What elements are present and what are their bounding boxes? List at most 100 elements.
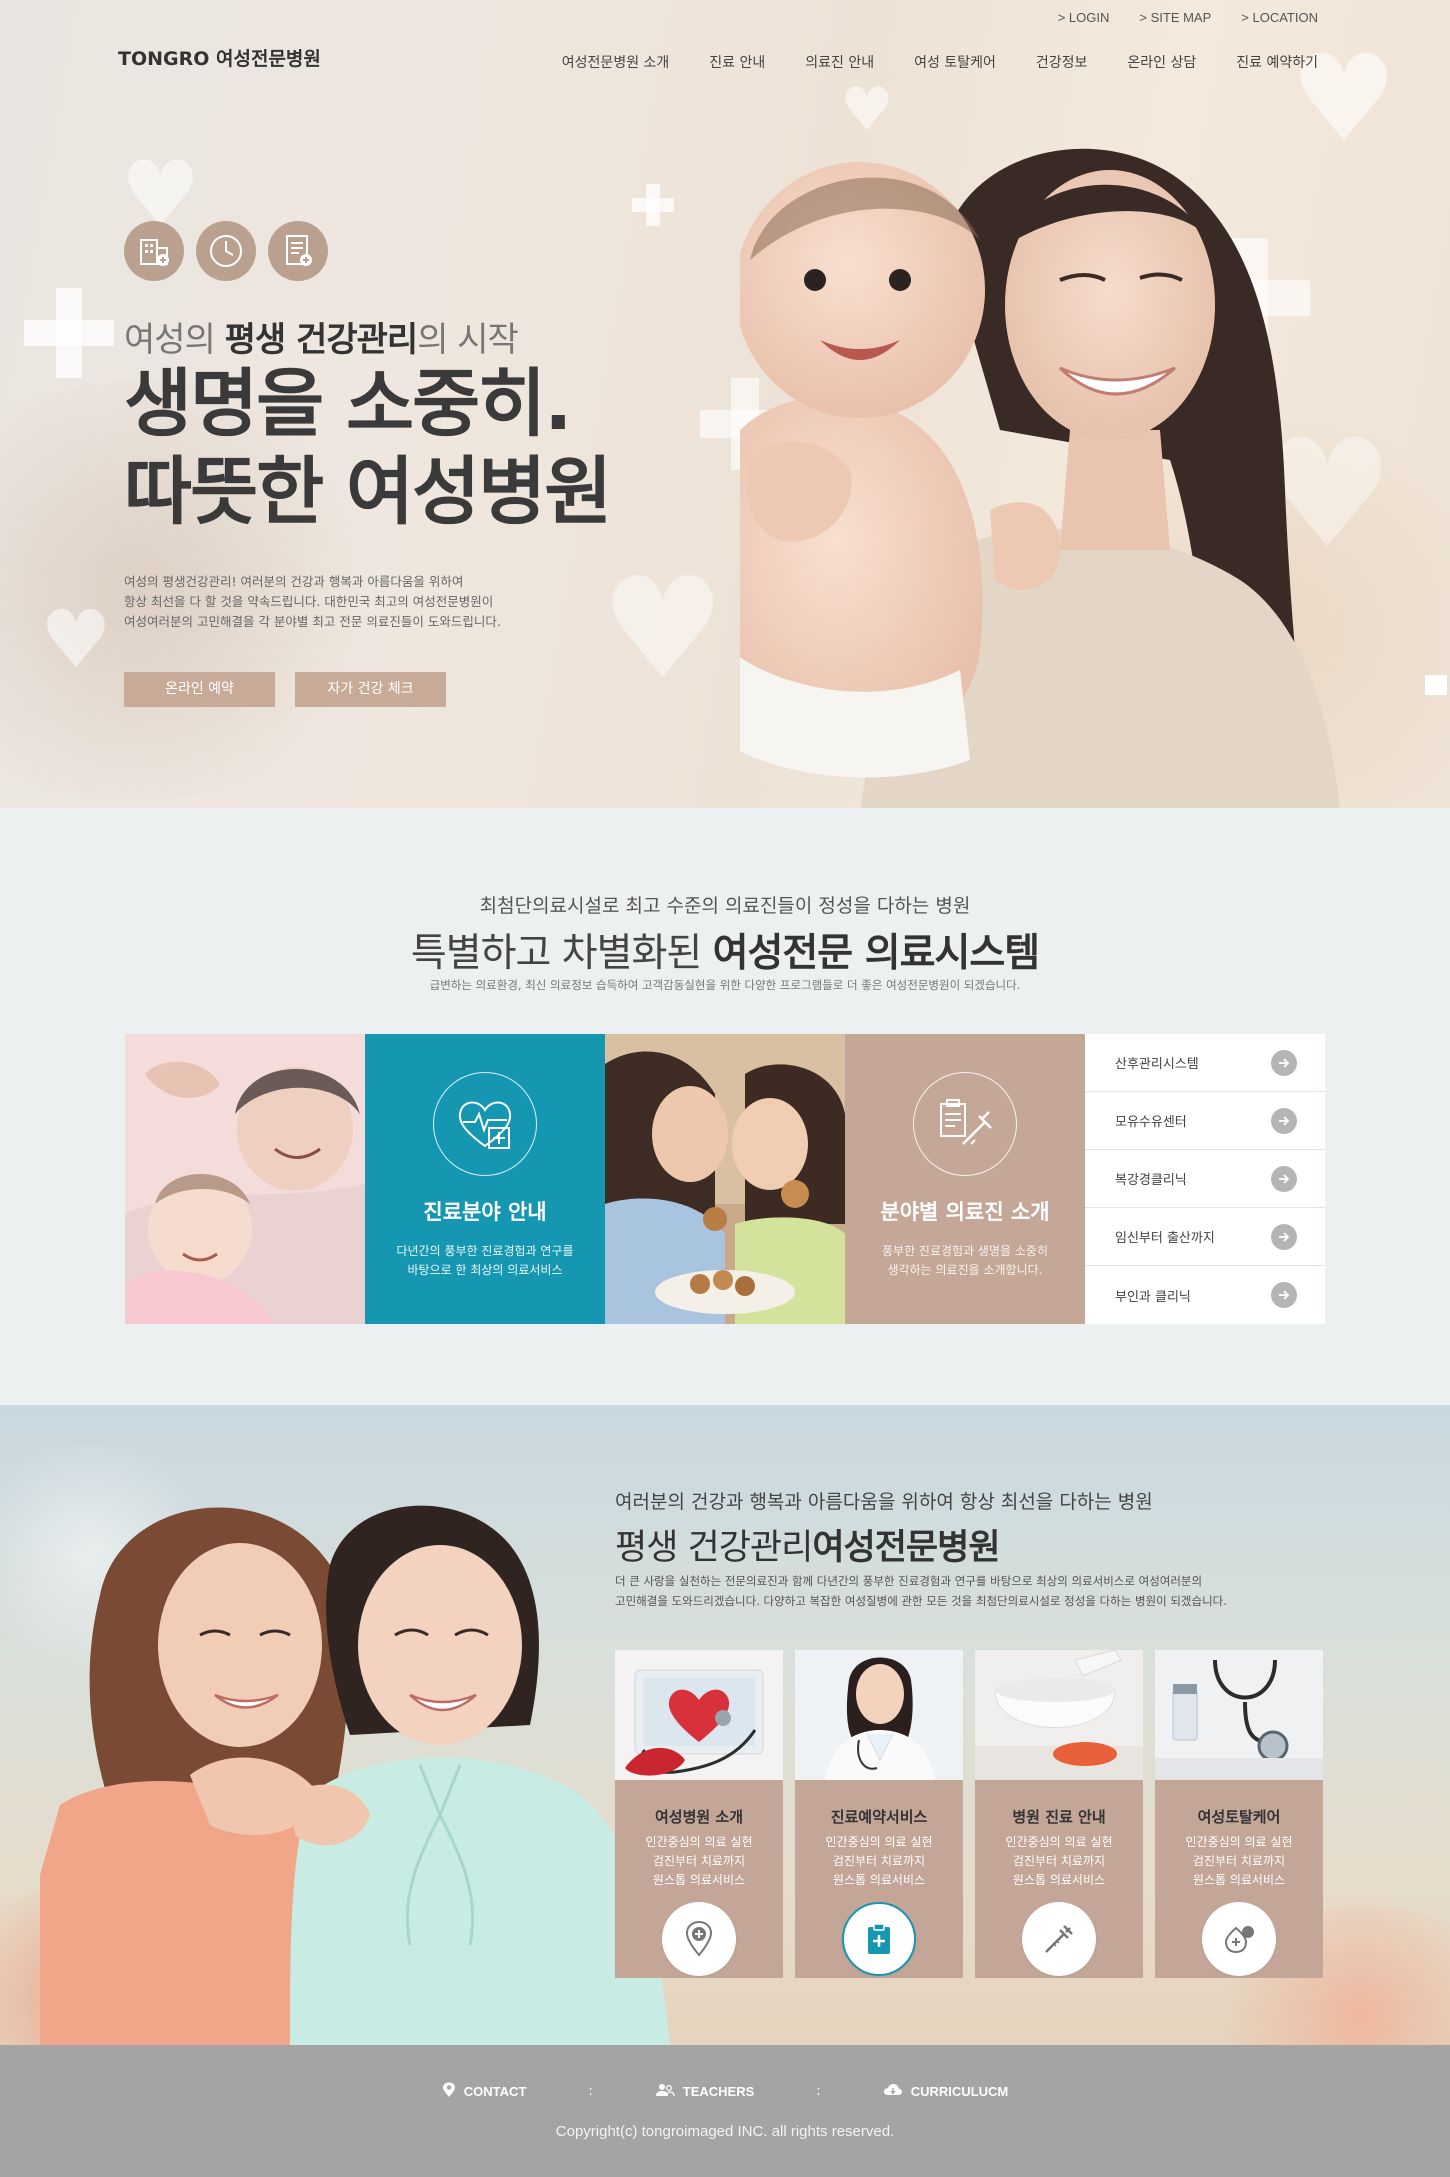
service-text-line: 검진부터 치료까지 bbox=[652, 1854, 746, 1868]
clinic-menu-label: 복강경클리닉 bbox=[1115, 1173, 1187, 1188]
location-link[interactable]: > LOCATION bbox=[1241, 10, 1318, 25]
treatment-field-text: 다년간의 풍부한 진료경험과 연구를 바탕으로 한 최상의 의료서비스 bbox=[385, 1242, 585, 1280]
clipboard-syringe-icon bbox=[913, 1072, 1017, 1176]
lifetime-desc-line: 더 큰 사랑을 실천하는 전문의료진과 함께 다년간의 풍부한 진료경험과 연구… bbox=[615, 1574, 1203, 1588]
footer-curriculum-link[interactable]: CURRICULUCM bbox=[883, 2083, 1008, 2100]
footer-separator: : bbox=[816, 2084, 821, 2099]
service-text-line: 원스톱 의료서비스 bbox=[1012, 1873, 1106, 1887]
arrow-right-icon bbox=[1271, 1223, 1297, 1250]
hero-subtitle-pre: 여성의 bbox=[124, 320, 225, 360]
nav-item-doctors[interactable]: 의료진 안내 bbox=[805, 52, 874, 72]
doctors-intro-text-line: 생각하는 의료진을 소개합니다. bbox=[887, 1263, 1043, 1277]
lifetime-title: 평생 건강관리여성전문병원 bbox=[615, 1519, 1001, 1570]
stethoscope-vial-photo bbox=[1155, 1650, 1323, 1780]
document-icon bbox=[268, 221, 328, 281]
service-text: 인간중심의 의료 실현 검진부터 치료까지 원스톱 의료서비스 bbox=[1155, 1833, 1323, 1890]
footer-teachers-link[interactable]: TEACHERS bbox=[655, 2083, 754, 2100]
service-card-treatment-guide[interactable]: 병원 진료 안내 인간중심의 의료 실현 검진부터 치료까지 원스톱 의료서비스 bbox=[975, 1650, 1143, 1978]
clinic-menu-item-breastfeeding[interactable]: 모유수유센터 bbox=[1085, 1092, 1325, 1150]
nav-item-reservation[interactable]: 진료 예약하기 bbox=[1236, 52, 1318, 72]
mortar-pestle-photo bbox=[975, 1650, 1143, 1780]
lifetime-subtitle: 여러분의 건강과 행복과 아름다움을 위하여 항상 최선을 다하는 병원 bbox=[615, 1491, 1153, 1513]
service-text-line: 검진부터 치료까지 bbox=[1192, 1854, 1286, 1868]
nav-item-online-consult[interactable]: 온라인 상담 bbox=[1127, 52, 1196, 72]
clinic-menu-item-gynecology[interactable]: 부인과 클리닉 bbox=[1085, 1266, 1325, 1324]
sitemap-link-label: SITE MAP bbox=[1150, 10, 1212, 25]
mother-baby-photo bbox=[740, 148, 1340, 808]
service-text-line: 검진부터 치료까지 bbox=[1012, 1854, 1106, 1868]
service-title: 여성병원 소개 bbox=[654, 1808, 744, 1826]
service-text-line: 인간중심의 의료 실현 bbox=[645, 1835, 753, 1849]
clinic-menu-item-laparoscopy[interactable]: 복강경클리닉 bbox=[1085, 1150, 1325, 1208]
nav-item-health-info[interactable]: 건강정보 bbox=[1036, 52, 1088, 72]
arrow-right-icon bbox=[1271, 1165, 1297, 1192]
system-cards: 진료분야 안내 다년간의 풍부한 진료경험과 연구를 바탕으로 한 최상의 의료… bbox=[125, 1034, 1325, 1324]
sitemap-link[interactable]: > SITE MAP bbox=[1139, 10, 1211, 25]
heart-decoration-icon: ♥ bbox=[40, 593, 112, 686]
system-title: 특별하고 차별화된 여성전문 의료시스템 bbox=[0, 922, 1450, 978]
service-text-line: 원스톱 의료서비스 bbox=[832, 1873, 926, 1887]
treatment-field-card[interactable]: 진료분야 안내 다년간의 풍부한 진료경험과 연구를 바탕으로 한 최상의 의료… bbox=[365, 1034, 605, 1324]
clinic-menu-item-pregnancy[interactable]: 임신부터 출산까지 bbox=[1085, 1208, 1325, 1266]
hero-desc-line: 여성여러분의 고민해결을 각 분야별 최고 전문 의료진들이 도와드립니다. bbox=[124, 614, 501, 629]
location-pin-icon bbox=[442, 2082, 456, 2101]
service-card-hospital-intro[interactable]: 여성병원 소개 인간중심의 의료 실현 검진부터 치료까지 원스톱 의료서비스 bbox=[615, 1650, 783, 1978]
login-link-label: LOGIN bbox=[1068, 10, 1110, 25]
clinic-menu-label: 부인과 클리닉 bbox=[1115, 1289, 1191, 1305]
nav-item-hospital-intro[interactable]: 여성전문병원 소개 bbox=[562, 52, 670, 72]
nav-item-treatment-guide[interactable]: 진료 안내 bbox=[709, 52, 765, 72]
doctors-intro-card[interactable]: 분야별 의료진 소개 풍부한 진료경험과 생명을 소중히 생각하는 의료진을 소… bbox=[845, 1034, 1085, 1324]
hero-subtitle-post: 의 시작 bbox=[417, 320, 519, 360]
lifetime-title-bold: 여성전문병원 bbox=[812, 1528, 1000, 1568]
service-text-line: 검진부터 치료까지 bbox=[832, 1854, 926, 1868]
online-reservation-button[interactable]: 온라인 예약 bbox=[124, 672, 275, 707]
treatment-field-text-line: 다년간의 풍부한 진료경험과 연구를 bbox=[396, 1244, 574, 1258]
service-text-line: 인간중심의 의료 실현 bbox=[1185, 1835, 1293, 1849]
service-card-total-care[interactable]: 여성토탈케어 인간중심의 의료 실현 검진부터 치료까지 원스톱 의료서비스 bbox=[1155, 1650, 1323, 1978]
main-nav: 여성전문병원 소개 진료 안내 의료진 안내 여성 토탈케어 건강정보 온라인 … bbox=[562, 52, 1318, 72]
footer-separator: : bbox=[588, 2084, 593, 2099]
system-description: 급변하는 의료환경, 최신 의료정보 습득하여 고객감동실현을 위한 다양한 프… bbox=[429, 978, 1021, 992]
lifetime-care-section: 여러분의 건강과 행복과 아름다움을 위하여 항상 최선을 다하는 병원 평생 … bbox=[0, 1405, 1450, 2045]
nav-item-total-care[interactable]: 여성 토탈케어 bbox=[914, 52, 996, 72]
hero-section: ♥ ♥ ♥ ♥ ♥ ♥ ♥ bbox=[0, 0, 1450, 808]
hospital-building-icon bbox=[124, 221, 184, 281]
female-doctor-photo bbox=[795, 1650, 963, 1780]
self-health-check-button[interactable]: 자가 건강 체크 bbox=[295, 672, 446, 707]
heart-rate-clipboard-icon bbox=[433, 1072, 537, 1176]
login-link[interactable]: > LOGIN bbox=[1058, 10, 1110, 25]
grandmother-baby-photo bbox=[125, 1034, 365, 1324]
arrow-right-icon bbox=[1271, 1107, 1297, 1134]
service-text-line: 원스톱 의료서비스 bbox=[652, 1873, 746, 1887]
footer-contact-label: CONTACT bbox=[463, 2084, 527, 2099]
location-pin-plus-icon bbox=[662, 1902, 736, 1976]
syringe-icon bbox=[1022, 1902, 1096, 1976]
doctors-intro-text: 풍부한 진료경험과 생명을 소중히 생각하는 의료진을 소개합니다. bbox=[865, 1242, 1065, 1280]
arrow-right-icon bbox=[1271, 1049, 1297, 1076]
system-subtitle: 최첨단의료시설로 최고 수준의 의료진들이 정성을 다하는 병원 bbox=[479, 895, 971, 917]
copyright-text: Copyright(c) tongroimaged INC. all right… bbox=[555, 2123, 895, 2140]
service-title: 여성토탈케어 bbox=[1197, 1808, 1281, 1826]
footer-contact-link[interactable]: CONTACT bbox=[442, 2082, 527, 2101]
hero-description: 여성의 평생건강관리! 여러분의 건강과 행복과 아름다움을 위하여 항상 최선… bbox=[124, 572, 584, 632]
service-text: 인간중심의 의료 실현 검진부터 치료까지 원스톱 의료서비스 bbox=[615, 1833, 783, 1890]
clock-icon bbox=[196, 221, 256, 281]
service-text-line: 인간중심의 의료 실현 bbox=[1005, 1835, 1113, 1849]
clipboard-plus-icon bbox=[842, 1902, 916, 1976]
treatment-field-title: 진료분야 안내 bbox=[423, 1200, 547, 1224]
doctors-intro-text-line: 풍부한 진료경험과 생명을 소중히 bbox=[881, 1244, 1048, 1258]
site-logo[interactable]: TONGRO 여성전문병원 bbox=[118, 44, 321, 71]
heart-stethoscope-photo bbox=[615, 1650, 783, 1780]
system-title-bold: 여성전문 의료시스템 bbox=[712, 931, 1040, 976]
service-text-line: 원스톱 의료서비스 bbox=[1192, 1873, 1286, 1887]
hero-title: 생명을 소중히. 따뜻한 여성병원 bbox=[124, 360, 612, 536]
service-card-reservation[interactable]: 진료예약서비스 인간중심의 의료 실현 검진부터 치료까지 원스톱 의료서비스 bbox=[795, 1650, 963, 1978]
hero-buttons: 온라인 예약 자가 건강 체크 bbox=[124, 672, 446, 707]
clinic-menu-item-postpartum[interactable]: 산후관리시스템 bbox=[1085, 1034, 1325, 1092]
doctors-intro-title: 분야별 의료진 소개 bbox=[880, 1200, 1050, 1224]
lifetime-title-pre: 평생 건강관리 bbox=[615, 1528, 813, 1568]
clinic-menu-label: 산후관리시스템 bbox=[1115, 1057, 1199, 1072]
service-text: 인간중심의 의료 실현 검진부터 치료까지 원스톱 의료서비스 bbox=[795, 1833, 963, 1890]
hero-icon-row bbox=[124, 221, 328, 281]
hero-subtitle-bold: 평생 건강관리 bbox=[224, 320, 419, 360]
